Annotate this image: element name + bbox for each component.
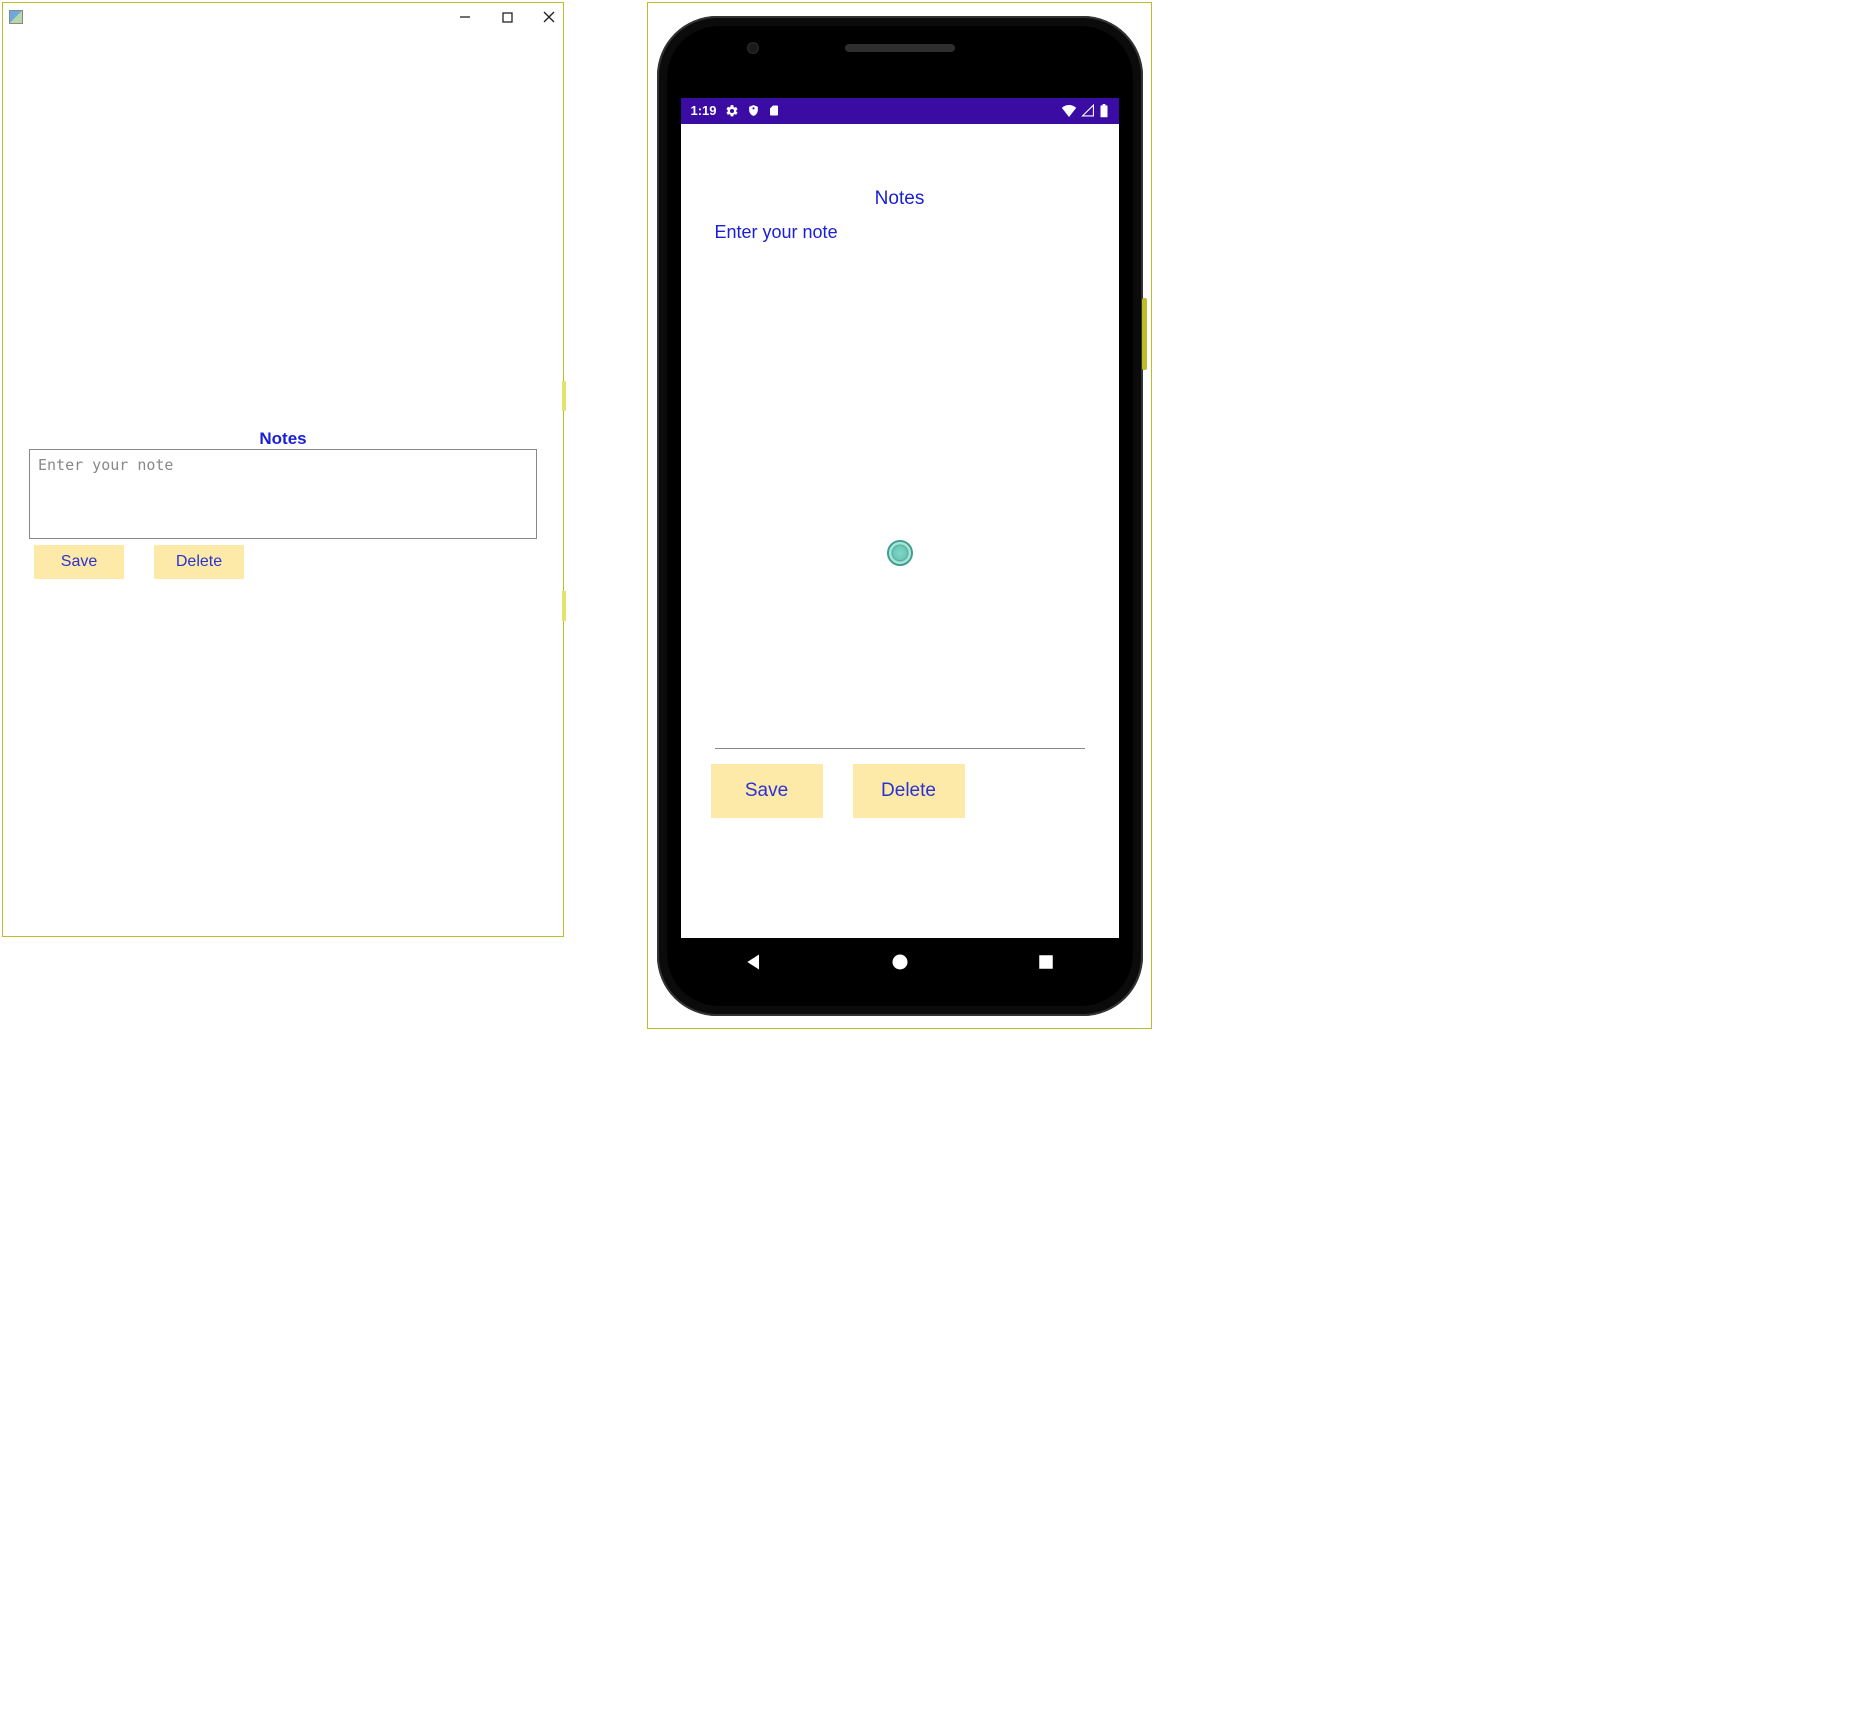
close-button[interactable] [541, 9, 557, 25]
android-navbar [681, 938, 1119, 992]
phone-device: 1:19 [657, 16, 1143, 1016]
status-bar: 1:19 [681, 98, 1119, 124]
desktop-window: Notes Save Delete [2, 2, 564, 937]
sd-card-icon [768, 104, 780, 117]
status-time: 1:19 [691, 103, 717, 118]
shield-icon [747, 104, 760, 117]
notes-title: Notes [875, 188, 925, 210]
window-controls [457, 9, 557, 25]
gear-icon [725, 104, 739, 118]
note-input-placeholder[interactable]: Enter your note [715, 222, 838, 243]
desktop-body: Notes Save Delete [3, 31, 563, 936]
phone-camera-icon [747, 42, 759, 54]
phone-screen: 1:19 [681, 98, 1119, 938]
save-button[interactable]: Save [34, 545, 124, 579]
button-row: Save Delete [34, 545, 244, 579]
touch-indicator-icon [887, 540, 913, 566]
nav-recents-icon[interactable] [1037, 953, 1055, 976]
phone-earpiece-icon [845, 44, 955, 52]
note-input[interactable] [29, 449, 537, 539]
edge-decoration [562, 591, 566, 621]
nav-back-icon[interactable] [744, 952, 764, 977]
minimize-button[interactable] [457, 9, 473, 25]
delete-button[interactable]: Delete [853, 764, 965, 818]
edge-decoration [562, 381, 566, 411]
app-icon [9, 10, 23, 24]
button-row: Save Delete [711, 764, 965, 818]
nav-home-icon[interactable] [890, 952, 910, 977]
battery-icon [1099, 104, 1109, 118]
phone-frame-container: 1:19 [647, 2, 1152, 1029]
delete-button[interactable]: Delete [154, 545, 244, 579]
window-titlebar [3, 3, 563, 31]
phone-bezel: 1:19 [667, 26, 1133, 1006]
note-input-underline [715, 748, 1085, 749]
signal-icon [1081, 104, 1095, 117]
notes-title: Notes [259, 429, 306, 449]
save-button[interactable]: Save [711, 764, 823, 818]
phone-side-button [1142, 298, 1147, 370]
app-body: Notes Enter your note Save Delete [681, 124, 1119, 938]
wifi-icon [1061, 104, 1077, 117]
maximize-button[interactable] [499, 9, 515, 25]
